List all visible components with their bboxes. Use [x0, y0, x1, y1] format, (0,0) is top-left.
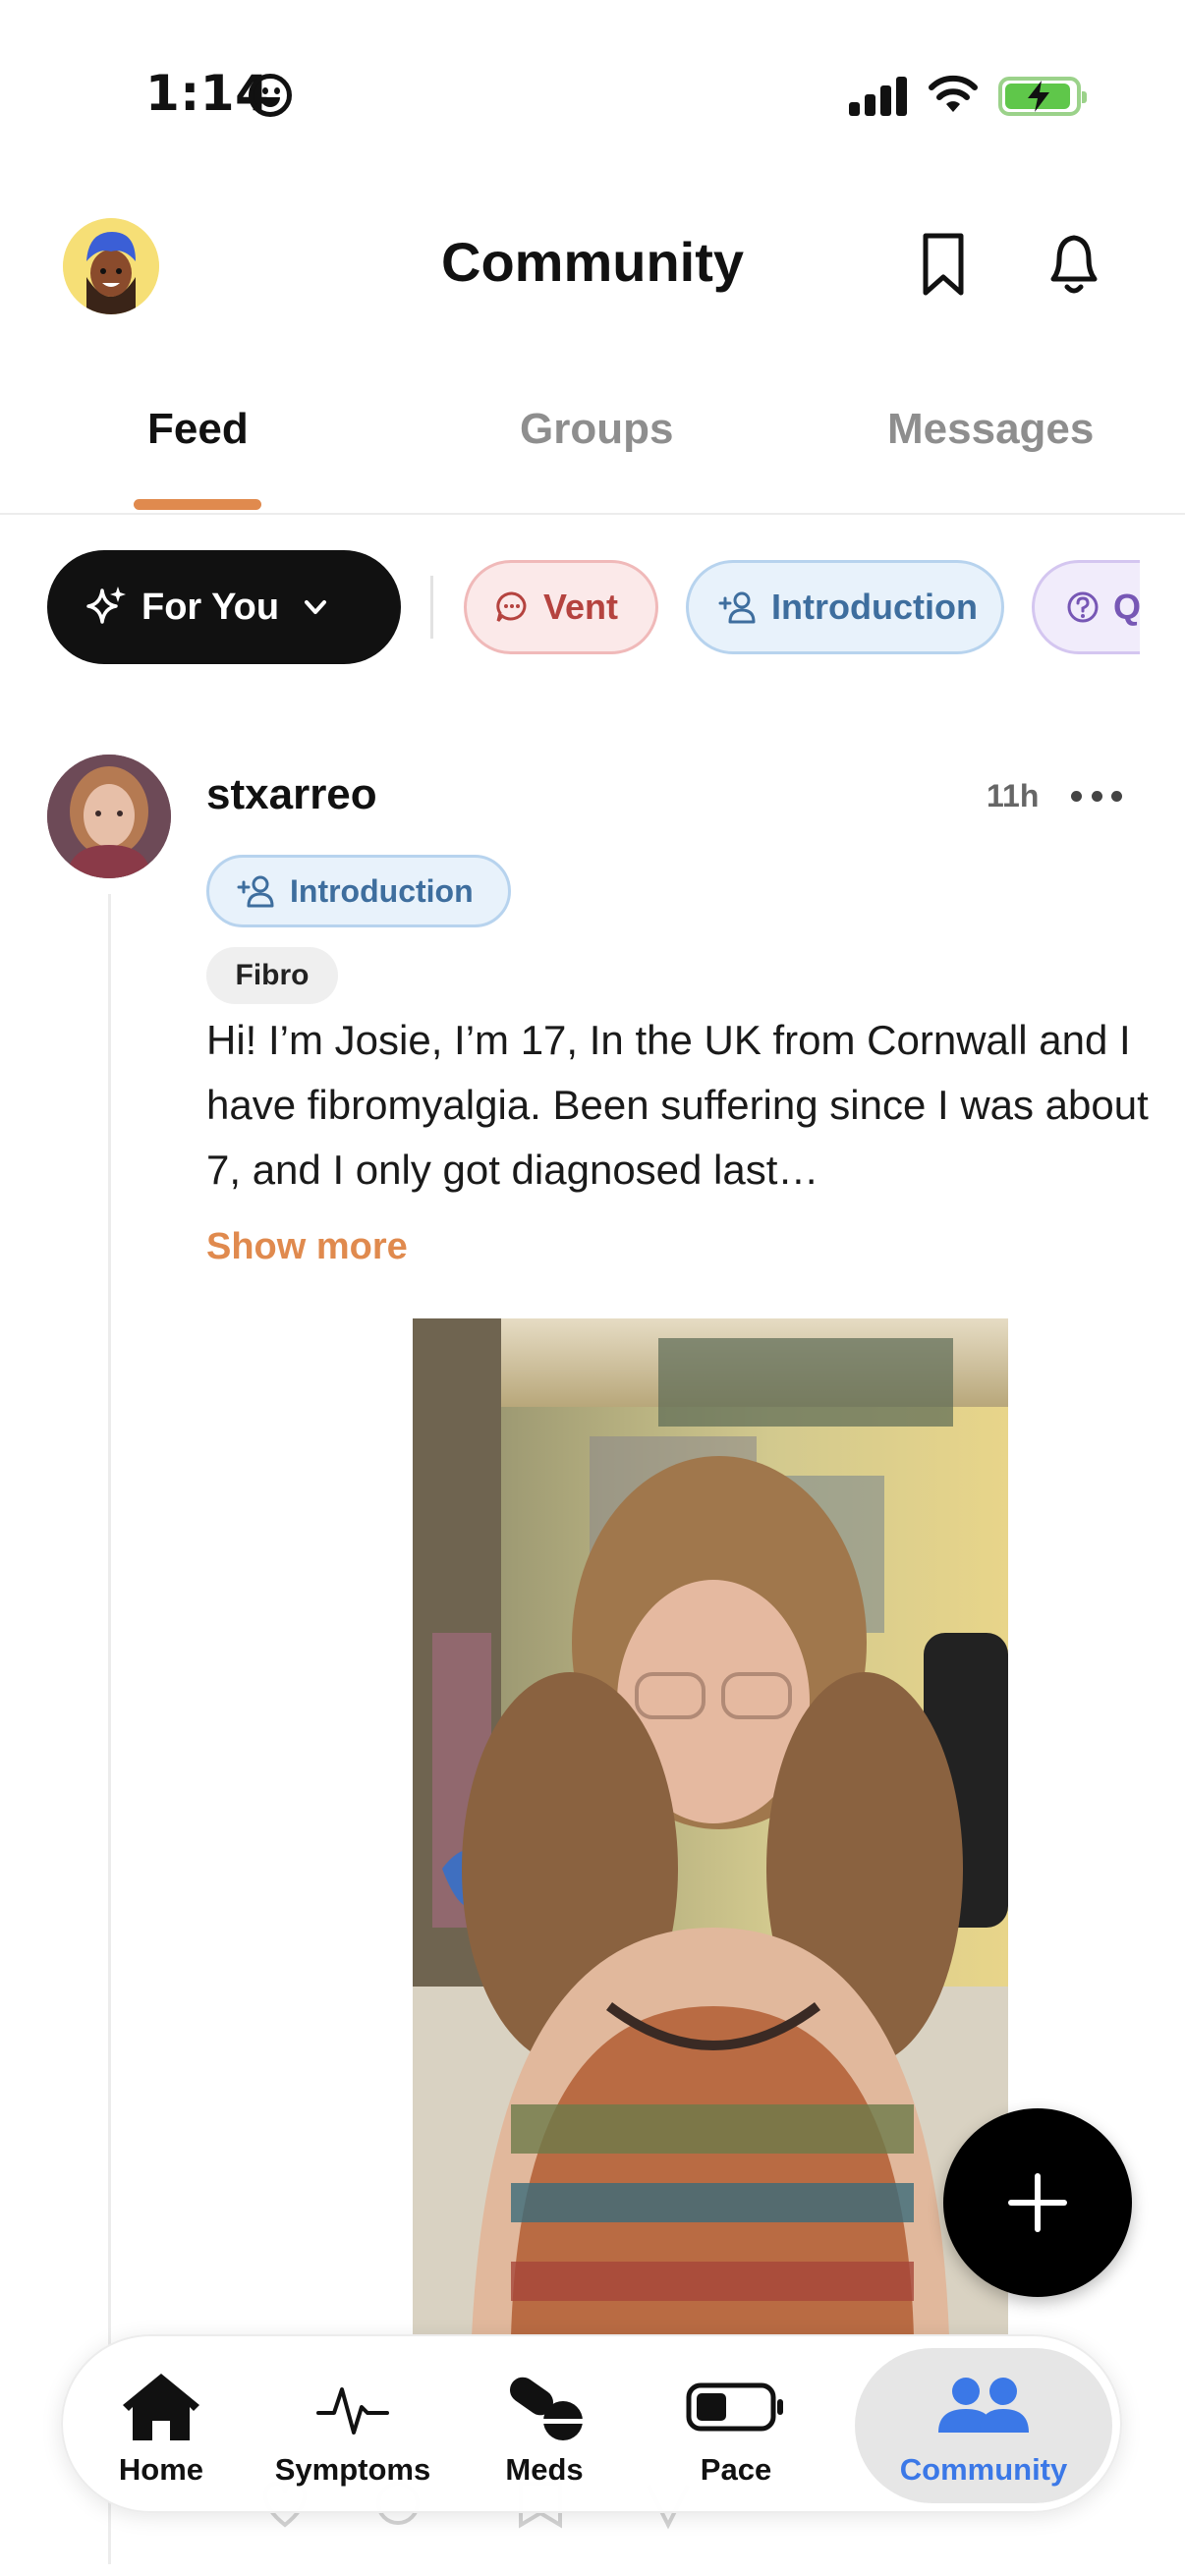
people-icon: [938, 2378, 1029, 2433]
tab-messages[interactable]: Messages: [887, 405, 1094, 454]
status-bar: 1:14: [0, 0, 1185, 187]
feed-post: stxarreo 11h Introduction Fibro Hi! I’m …: [0, 747, 1185, 2574]
create-post-button[interactable]: [943, 2108, 1132, 2297]
nav-symptoms-label: Symptoms: [274, 2452, 431, 2487]
chip-vent[interactable]: Vent: [464, 560, 658, 654]
more-options-icon[interactable]: [1071, 786, 1122, 806]
for-you-label: For You: [141, 586, 280, 628]
chevron-down-icon: [305, 600, 327, 614]
show-more-link[interactable]: Show more: [206, 1226, 408, 1268]
post-timestamp: 11h: [987, 778, 1040, 813]
nav-pace-label: Pace: [700, 2452, 772, 2487]
home-icon: [123, 2374, 199, 2440]
heartbeat-icon: [316, 2387, 389, 2435]
pills-icon: [509, 2377, 585, 2440]
add-person-icon: [237, 875, 274, 908]
smiley-icon: [249, 74, 292, 117]
nav-community[interactable]: Community: [855, 2336, 1112, 2515]
nav-pace[interactable]: Pace: [643, 2336, 829, 2515]
thread-line: [108, 894, 111, 2564]
for-you-dropdown[interactable]: For You: [47, 550, 401, 664]
tab-feed[interactable]: Feed: [147, 405, 249, 454]
post-author-avatar[interactable]: [47, 755, 171, 878]
chip-vent-label: Vent: [543, 587, 619, 627]
filter-divider: [430, 576, 433, 639]
bottom-navigation: Home Symptoms Meds Pace Community: [61, 2334, 1122, 2513]
sparkles-icon: [86, 587, 126, 624]
bell-icon[interactable]: [1040, 224, 1108, 303]
tab-groups[interactable]: Groups: [520, 405, 673, 454]
battery-icon: [686, 2382, 783, 2432]
nav-home[interactable]: Home: [63, 2336, 259, 2515]
post-condition-tag[interactable]: Fibro: [206, 947, 338, 1004]
filter-chips: For You Vent Introduction Q: [0, 550, 1140, 668]
post-photo[interactable]: [413, 1318, 1008, 2336]
nav-home-label: Home: [118, 2452, 204, 2487]
active-tab-indicator: [134, 499, 261, 510]
nav-meds-label: Meds: [505, 2452, 584, 2487]
speech-bubble-icon: [496, 591, 527, 622]
cellular-signal-icon: [849, 77, 908, 116]
chip-introduction-label: Introduction: [771, 587, 978, 627]
nav-community-label: Community: [899, 2452, 1068, 2487]
bookmark-icon[interactable]: [914, 226, 973, 305]
question-icon: [1067, 591, 1099, 623]
chip-question-label: Q: [1113, 587, 1140, 627]
nav-symptoms[interactable]: Symptoms: [259, 2336, 446, 2515]
post-badge-label: Introduction: [290, 872, 474, 909]
battery-charging-icon: [998, 77, 1087, 116]
chip-question[interactable]: Q: [1032, 560, 1140, 654]
post-username[interactable]: stxarreo: [206, 770, 377, 819]
header: Community: [0, 196, 1185, 334]
nav-meds[interactable]: Meds: [446, 2336, 643, 2515]
chip-introduction[interactable]: Introduction: [686, 560, 1004, 654]
post-body-text: Hi! I’m Josie, I’m 17, In the UK from Co…: [206, 1017, 1149, 1193]
tab-bar: Feed Groups Messages: [0, 393, 1185, 515]
page-title: Community: [441, 231, 744, 293]
post-category-badge[interactable]: Introduction: [206, 855, 511, 927]
wifi-icon: [929, 75, 978, 112]
add-person-icon: [718, 591, 756, 624]
